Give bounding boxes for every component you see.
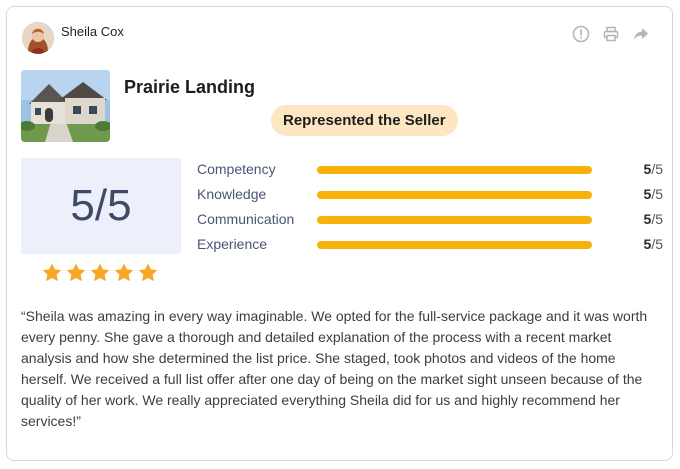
rating-label: Experience: [197, 236, 268, 252]
rating-row-competency: Competency 5/5: [197, 161, 663, 186]
star-rating: [41, 262, 159, 284]
star-icon: [42, 263, 62, 282]
rating-value: 5/5: [643, 236, 663, 252]
star-icon: [114, 263, 134, 282]
rating-label: Knowledge: [197, 186, 267, 202]
card-actions: [572, 25, 650, 43]
rating-row-knowledge: Knowledge 5/5: [197, 186, 663, 211]
rating-bar: [317, 216, 592, 224]
rating-value: 5/5: [643, 161, 663, 177]
rating-value: 5/5: [643, 211, 663, 227]
star-icon: [90, 263, 110, 282]
reviewer-avatar: [22, 22, 54, 54]
role-badge: Represented the Seller: [271, 105, 458, 136]
rating-label: Competency: [197, 161, 276, 177]
rating-row-communication: Communication 5/5: [197, 211, 663, 236]
star-icon: [138, 263, 158, 282]
property-title: Prairie Landing: [124, 77, 256, 97]
property-photo: [21, 70, 110, 142]
rating-bar: [317, 191, 592, 199]
rating-bar: [317, 241, 592, 249]
review-text: “Sheila was amazing in every way imagina…: [21, 308, 648, 429]
rating-bar: [317, 166, 592, 174]
print-icon[interactable]: [602, 25, 620, 43]
info-icon[interactable]: [572, 25, 590, 43]
rating-value: 5/5: [643, 186, 663, 202]
reviewer-name: Sheila Cox: [61, 24, 124, 39]
review-card: Sheila Cox Prairie Landing Represented t…: [6, 6, 673, 461]
share-icon[interactable]: [632, 25, 650, 43]
star-icon: [66, 263, 86, 282]
overall-score: 5/5: [21, 158, 181, 254]
rating-row-experience: Experience 5/5: [197, 236, 663, 261]
rating-label: Communication: [197, 211, 295, 227]
rating-breakdown: Competency 5/5 Knowledge 5/5 Communicati…: [197, 161, 663, 261]
